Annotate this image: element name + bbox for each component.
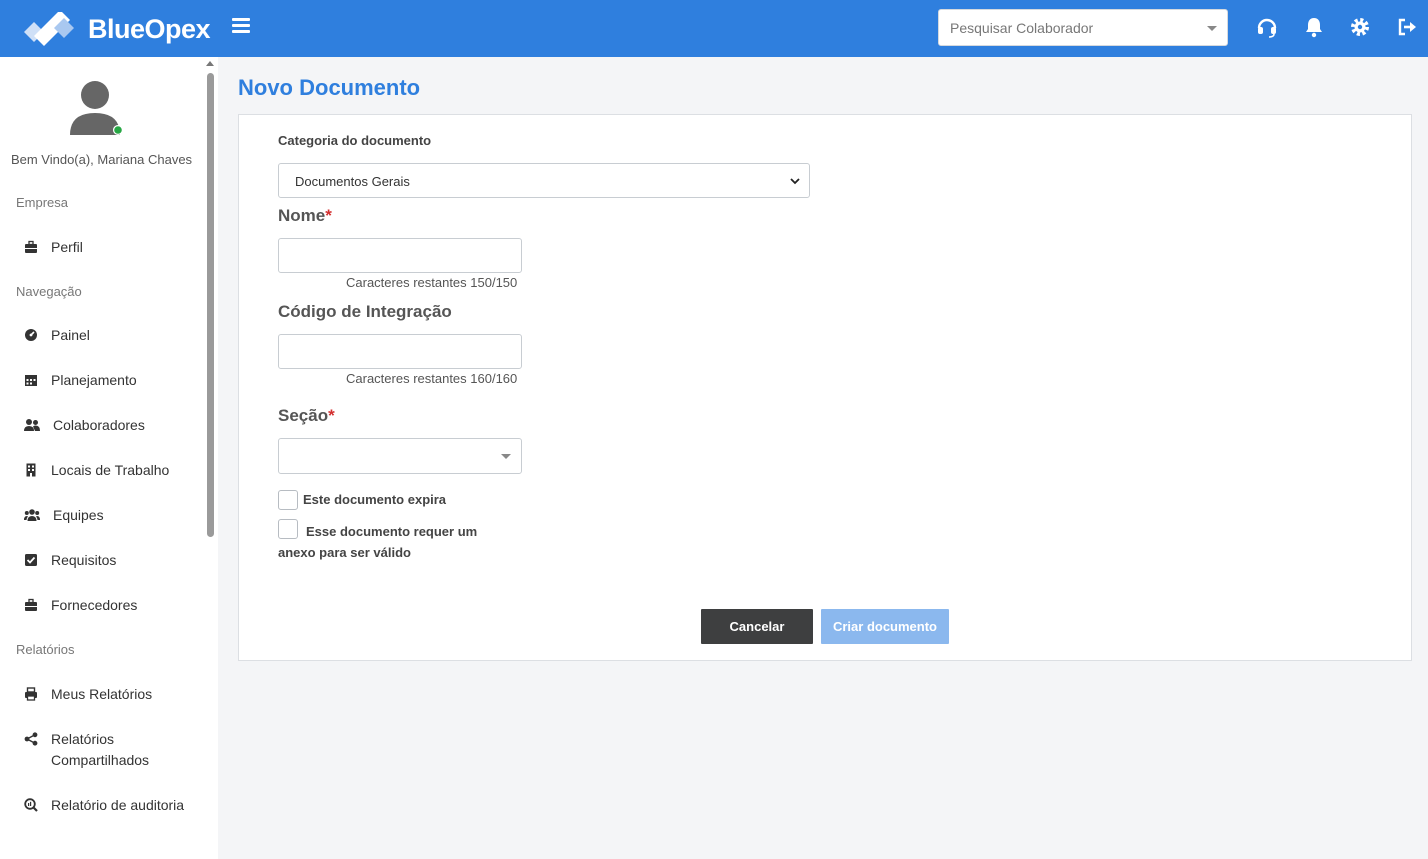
sidebar-item-label: Locais de Trabalho <box>51 462 170 478</box>
expira-label: Este documento expira <box>303 492 447 507</box>
sidebar-item-label: Colaboradores <box>53 417 145 433</box>
share-icon <box>24 731 40 747</box>
sidebar-item-locais[interactable]: Locais de Trabalho <box>24 460 202 481</box>
users-icon <box>24 417 42 433</box>
menu-toggle-icon[interactable] <box>232 18 250 34</box>
sidebar-item-relatorio-auditoria[interactable]: Relatório de auditoria <box>24 795 202 816</box>
section-empresa: Empresa <box>16 195 69 210</box>
logo-mark-icon <box>24 12 74 46</box>
sidebar-item-label: Planejamento <box>51 372 137 388</box>
chevron-down-icon <box>789 174 801 186</box>
online-status-icon <box>114 126 122 134</box>
required-mark: * <box>328 406 335 425</box>
chevron-down-icon <box>1207 26 1217 31</box>
search-chart-icon <box>24 797 40 813</box>
sidebar-item-fornecedores[interactable]: Fornecedores <box>24 595 202 616</box>
headset-icon[interactable] <box>1256 16 1278 38</box>
sidebar-item-requisitos[interactable]: Requisitos <box>24 550 202 571</box>
chevron-down-icon <box>501 454 511 459</box>
secao-label-text: Seção <box>278 406 329 425</box>
create-document-button[interactable]: Criar documento <box>821 609 949 644</box>
cancel-button[interactable]: Cancelar <box>701 609 813 644</box>
codigo-integracao-input[interactable] <box>278 334 522 369</box>
codigo-label: Código de Integração <box>278 302 452 321</box>
brand-name: BlueOpex <box>88 13 211 44</box>
briefcase-icon <box>24 239 40 255</box>
search-placeholder: Pesquisar Colaborador <box>950 20 1094 36</box>
expira-checkbox[interactable] <box>278 490 298 510</box>
page-title: Novo Documento <box>238 75 421 100</box>
sidebar-item-label: Equipes <box>53 507 104 523</box>
codigo-char-counter: Caracteres restantes 160/160 <box>346 371 518 386</box>
gear-icon[interactable] <box>1349 16 1371 38</box>
scroll-up-icon[interactable] <box>206 61 214 66</box>
logout-icon[interactable] <box>1396 16 1418 38</box>
categoria-selected-value: Documentos Gerais <box>295 174 410 189</box>
printer-icon <box>24 686 40 702</box>
building-icon <box>24 462 40 478</box>
sidebar-item-equipes[interactable]: Equipes <box>24 505 202 526</box>
sidebar-item-label: Fornecedores <box>51 597 138 613</box>
sidebar-item-meus-relatorios[interactable]: Meus Relatórios <box>24 684 202 705</box>
nome-char-counter: Caracteres restantes 150/150 <box>346 275 518 290</box>
secao-label: Seção* <box>278 406 335 426</box>
nome-label: Nome* <box>278 206 332 226</box>
checkbox-checked-icon <box>24 552 40 568</box>
sidebar-item-label: Relatório de auditoria <box>51 797 185 813</box>
sidebar-item-colaboradores[interactable]: Colaboradores <box>24 415 202 436</box>
sidebar-item-label: Meus Relatórios <box>51 686 153 702</box>
nome-input[interactable] <box>278 238 522 273</box>
sidebar-item-relatorios-compartilhados[interactable]: Relatórios Compartilhados <box>24 729 202 771</box>
secao-select[interactable] <box>278 438 522 474</box>
categoria-select[interactable]: Documentos Gerais <box>278 163 810 198</box>
anexo-label: Esse documento requer um anexo para ser … <box>278 524 478 560</box>
team-icon <box>24 507 42 523</box>
briefcase-icon <box>24 597 40 613</box>
sidebar-scroll-thumb[interactable] <box>207 73 214 537</box>
categoria-label: Categoria do documento <box>278 133 432 148</box>
sidebar-item-label: Requisitos <box>51 552 117 568</box>
section-navegacao: Navegação <box>16 284 82 299</box>
sidebar-item-painel[interactable]: Painel <box>24 325 202 346</box>
dashboard-gauge-icon <box>24 327 40 343</box>
brand-logo[interactable]: BlueOpex <box>24 12 211 46</box>
bell-icon[interactable] <box>1303 16 1325 38</box>
nome-label-text: Nome <box>278 206 326 225</box>
top-bar: BlueOpex Pesquisar Colaborador <box>0 0 1428 57</box>
welcome-text: Bem Vindo(a), Mariana Chaves <box>10 152 193 167</box>
required-mark: * <box>325 206 332 225</box>
section-relatorios: Relatórios <box>16 642 75 657</box>
sidebar-item-label: Perfil <box>51 239 83 255</box>
sidebar: Bem Vindo(a), Mariana Chaves Empresa Per… <box>0 57 218 859</box>
sidebar-item-perfil[interactable]: Perfil <box>24 237 202 258</box>
avatar[interactable] <box>70 79 123 137</box>
sidebar-item-planejamento[interactable]: Planejamento <box>24 370 202 391</box>
sidebar-item-label: Relatórios Compartilhados <box>51 731 150 768</box>
search-collaborator-select[interactable]: Pesquisar Colaborador <box>938 9 1228 46</box>
sidebar-item-label: Painel <box>51 327 90 343</box>
calendar-icon <box>24 372 40 388</box>
